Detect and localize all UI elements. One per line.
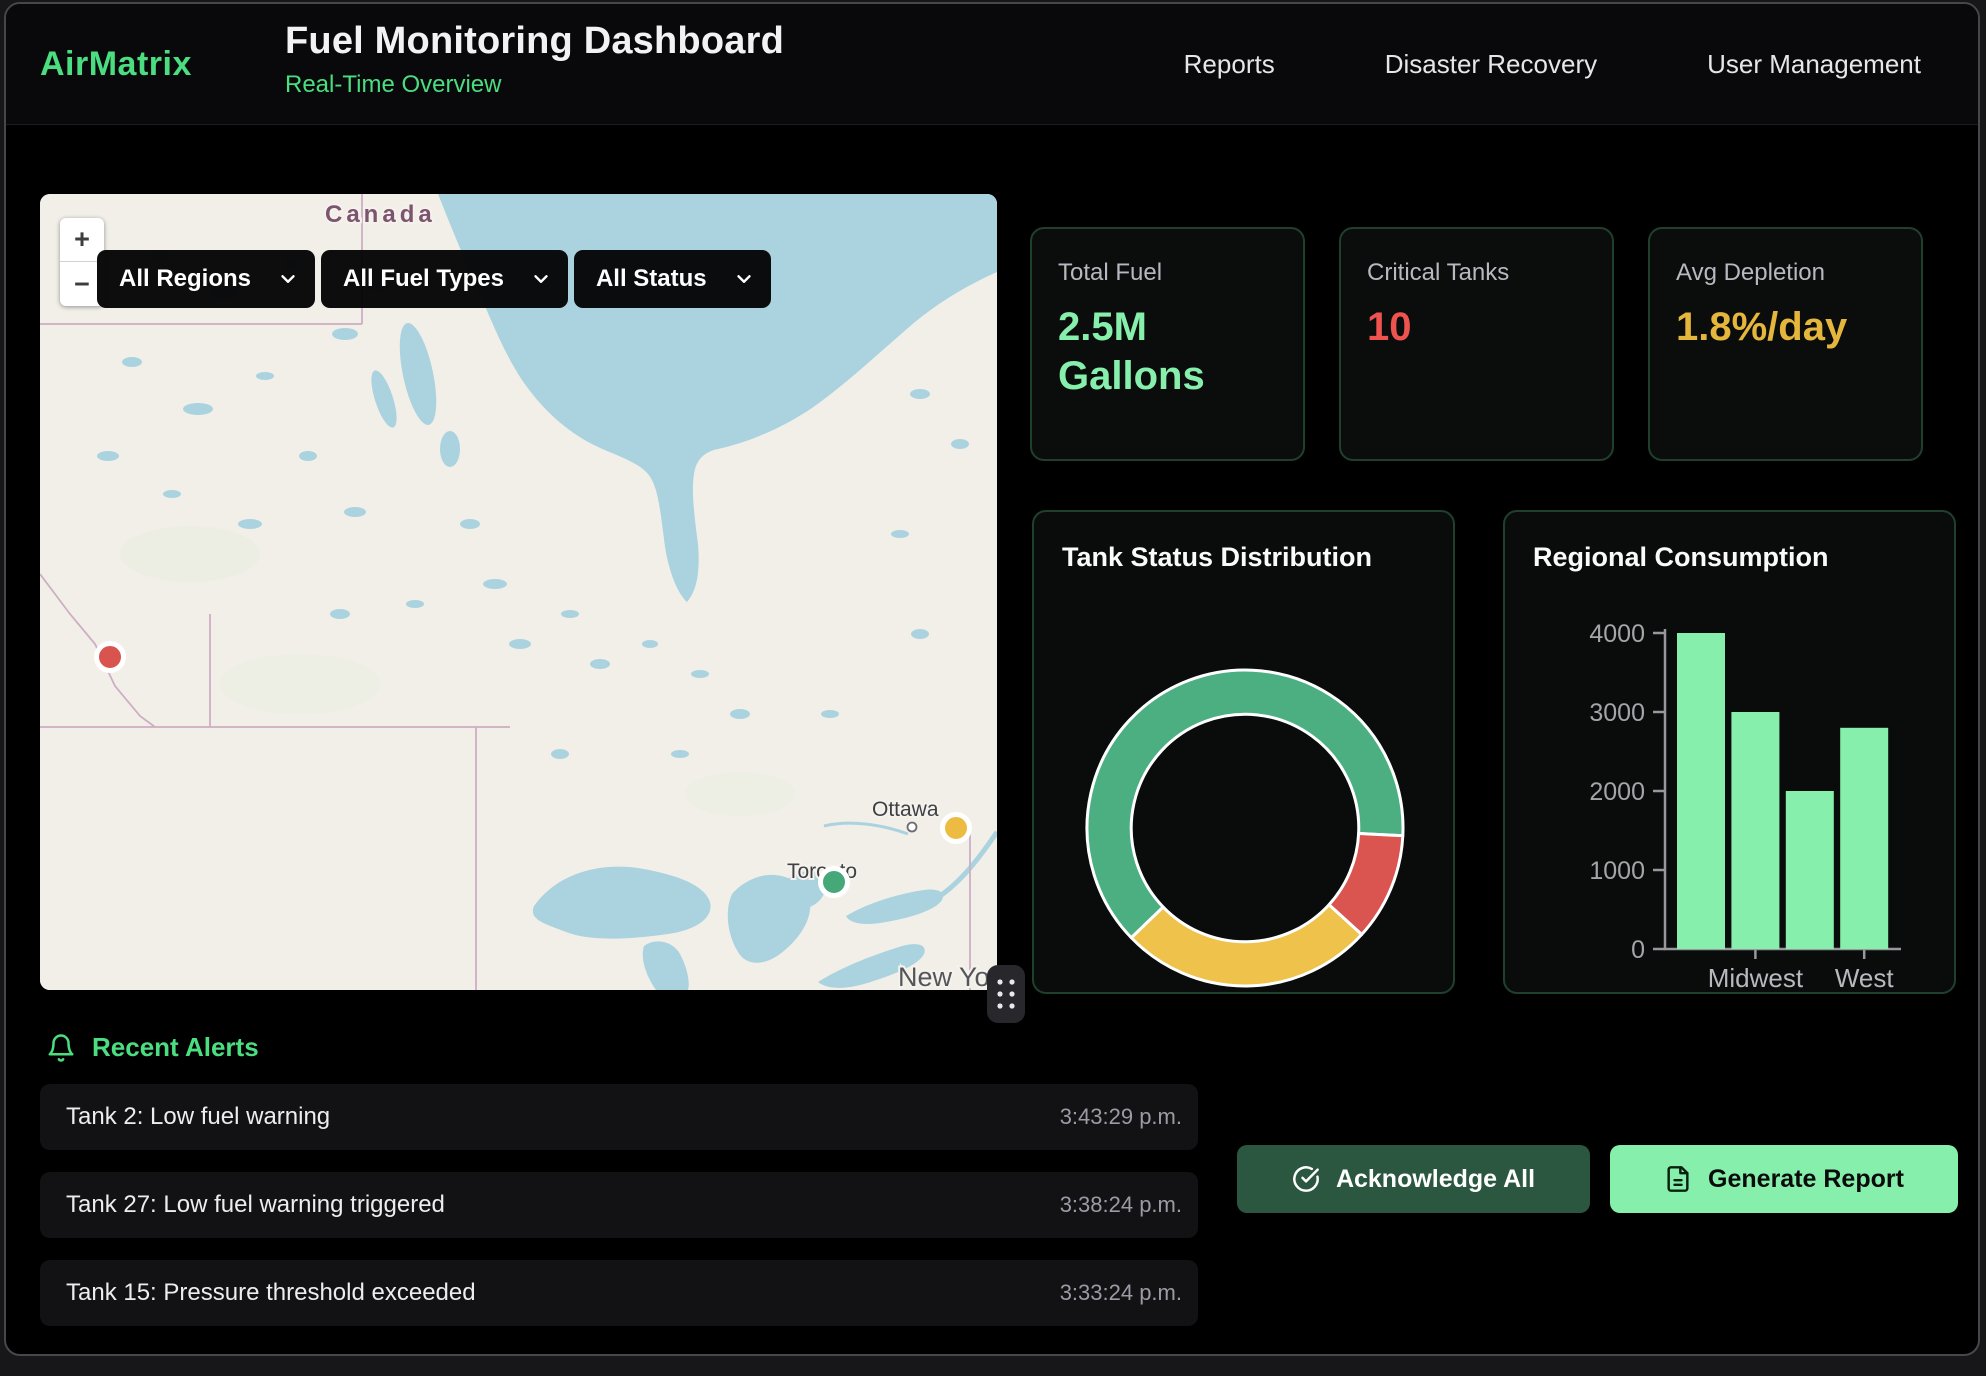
drag-dots-icon <box>987 965 1025 1023</box>
map-panel[interactable]: Canada Ottawa Toronto New York + − All R… <box>40 194 997 990</box>
tank-marker-warning[interactable] <box>943 815 970 842</box>
map-label-ottawa: Ottawa <box>872 798 939 821</box>
page-subtitle: Real-Time Overview <box>285 71 784 99</box>
brand-logo: AirMatrix <box>40 4 192 125</box>
x-tick-label-west: West <box>1835 963 1895 993</box>
title-block: Fuel Monitoring Dashboard Real-Time Over… <box>285 20 784 99</box>
nav-item-user-management[interactable]: User Management <box>1707 49 1921 80</box>
filter-all-status[interactable]: All Status <box>574 250 771 308</box>
donut-chart <box>1034 512 1455 994</box>
donut-segment-warning <box>1131 905 1361 986</box>
alert-row[interactable]: Tank 27: Low fuel warning triggered 3:38:… <box>40 1172 1198 1238</box>
alert-time: 3:43:29 p.m. <box>1060 1104 1182 1130</box>
alert-text: Tank 27: Low fuel warning triggered <box>66 1191 445 1219</box>
chevron-down-icon <box>530 268 552 290</box>
stat-card-avg-depletion: Avg Depletion 1.8%/day <box>1648 227 1923 461</box>
stat-value: 2.5M Gallons <box>1058 303 1277 401</box>
nav-item-disaster-recovery[interactable]: Disaster Recovery <box>1385 49 1597 80</box>
alert-time: 3:33:24 p.m. <box>1060 1280 1182 1306</box>
ottawa-city-dot <box>908 823 917 832</box>
alerts-header: Recent Alerts <box>46 1032 259 1063</box>
alerts-heading: Recent Alerts <box>92 1032 259 1063</box>
map-filters: All Regions All Fuel Types All Status <box>97 250 771 308</box>
filter-label: All Fuel Types <box>343 265 504 293</box>
stat-label: Total Fuel <box>1058 259 1277 287</box>
y-tick-label: 0 <box>1631 936 1645 964</box>
acknowledge-all-label: Acknowledge All <box>1336 1165 1535 1194</box>
y-tick-label: 4000 <box>1589 620 1645 648</box>
check-circle-icon <box>1292 1165 1320 1193</box>
bar-region-3 <box>1786 791 1834 949</box>
generate-report-label: Generate Report <box>1708 1165 1904 1194</box>
generate-report-button[interactable]: Generate Report <box>1610 1145 1958 1213</box>
dashboard-frame: AirMatrix Fuel Monitoring Dashboard Real… <box>4 2 1980 1356</box>
bar-region-4 <box>1840 728 1888 949</box>
stat-cards: Total Fuel 2.5M Gallons Critical Tanks 10 Av… <box>1030 227 1923 461</box>
filter-all-regions[interactable]: All Regions <box>97 250 315 308</box>
chevron-down-icon <box>733 268 755 290</box>
acknowledge-all-button[interactable]: Acknowledge All <box>1237 1145 1590 1213</box>
y-tick-label: 3000 <box>1589 699 1645 727</box>
stat-value: 10 <box>1367 303 1586 352</box>
stat-value: 1.8%/day <box>1676 303 1895 352</box>
header: AirMatrix Fuel Monitoring Dashboard Real… <box>6 4 1978 125</box>
regional-consumption-card: Regional Consumption 01000200030004000Mi… <box>1503 510 1956 994</box>
tank-status-card: Tank Status Distribution <box>1032 510 1455 994</box>
bell-icon <box>46 1033 76 1063</box>
alert-text: Tank 2: Low fuel warning <box>66 1103 330 1131</box>
bar-region-1 <box>1677 633 1725 949</box>
page-title: Fuel Monitoring Dashboard <box>285 20 784 63</box>
bar-region-2 <box>1731 712 1779 949</box>
tank-marker-critical[interactable] <box>97 644 124 671</box>
filter-all-fuel-types[interactable]: All Fuel Types <box>321 250 568 308</box>
map-label-new-york: New York <box>898 962 997 990</box>
bar-chart: 0 1000 2000 3000 4000 Midwest West <box>1505 512 1956 994</box>
map-resize-handle[interactable] <box>987 965 1025 1023</box>
alert-time: 3:38:24 p.m. <box>1060 1192 1182 1218</box>
stat-card-total-fuel: Total Fuel 2.5M Gallons <box>1030 227 1305 461</box>
filter-label: All Status <box>596 265 707 293</box>
stat-label: Avg Depletion <box>1676 259 1895 287</box>
x-tick-label-midwest: Midwest <box>1708 963 1804 993</box>
nav: Reports Disaster Recovery User Management <box>1184 4 1921 125</box>
y-tick-label: 2000 <box>1589 778 1645 806</box>
document-icon <box>1664 1165 1692 1193</box>
filter-label: All Regions <box>119 265 251 293</box>
chevron-down-icon <box>277 268 299 290</box>
map-canvas[interactable]: Canada Ottawa Toronto New York <box>40 194 997 990</box>
map-label-canada: Canada <box>325 201 436 228</box>
alert-text: Tank 15: Pressure threshold exceeded <box>66 1279 476 1307</box>
stat-label: Critical Tanks <box>1367 259 1586 287</box>
alert-row[interactable]: Tank 2: Low fuel warning 3:43:29 p.m. <box>40 1084 1198 1150</box>
y-tick-label: 1000 <box>1589 857 1645 885</box>
stat-card-critical-tanks: Critical Tanks 10 <box>1339 227 1614 461</box>
nav-item-reports[interactable]: Reports <box>1184 49 1275 80</box>
alert-row[interactable]: Tank 15: Pressure threshold exceeded 3:33… <box>40 1260 1198 1326</box>
alert-list: Tank 2: Low fuel warning3:43:29 p.m.Tank… <box>40 1084 1198 1348</box>
tank-marker-normal[interactable] <box>821 869 848 896</box>
